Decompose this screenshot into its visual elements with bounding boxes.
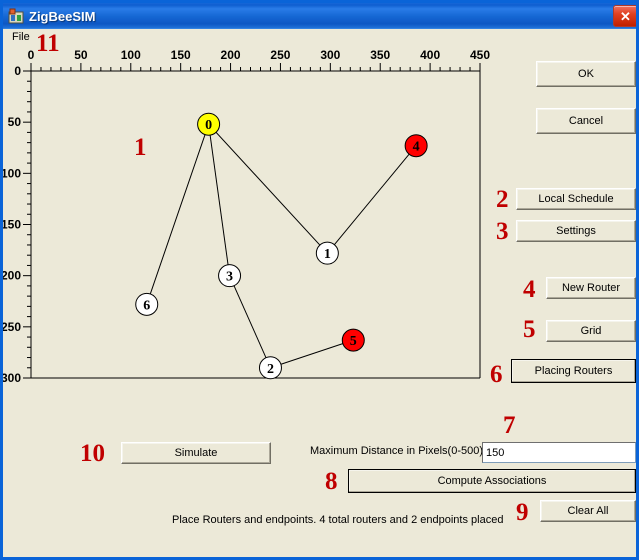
application-window: ZigBeeSIM ✕ File 0 50 100 150 200 250 300 350 40… <box>0 0 639 560</box>
x-tick-label: 350 <box>370 48 390 62</box>
window-title: ZigBeeSIM <box>29 8 96 24</box>
title-bar: ZigBeeSIM ✕ <box>3 3 636 29</box>
x-tick-label: 400 <box>420 48 440 62</box>
x-tick-label: 200 <box>221 48 241 62</box>
new-router-button[interactable]: New Router <box>546 277 636 299</box>
close-button[interactable]: ✕ <box>613 5 636 27</box>
node-label-4: 4 <box>413 140 420 155</box>
x-tick-label: 150 <box>171 48 191 62</box>
node-graph[interactable]: 0501001502002503003504004500501001502002… <box>3 47 503 387</box>
node-label-2: 2 <box>267 362 274 377</box>
node-label-3: 3 <box>226 270 233 285</box>
node-canvas[interactable]: 0501001502002503003504004500501001502002… <box>3 47 503 387</box>
x-tick-label: 250 <box>270 48 290 62</box>
node-3[interactable]: 3 <box>218 264 242 288</box>
annotation-4: 4 <box>523 276 536 303</box>
node-1[interactable]: 1 <box>315 241 339 265</box>
node-2[interactable]: 2 <box>258 356 282 380</box>
clear-all-button[interactable]: Clear All <box>540 500 636 522</box>
max-distance-label: Maximum Distance in Pixels(0-500) <box>310 445 483 457</box>
annotation-2: 2 <box>496 186 509 213</box>
annotation-11: 11 <box>36 30 60 57</box>
node-label-1: 1 <box>324 247 331 262</box>
annotation-8: 8 <box>325 468 338 495</box>
settings-button[interactable]: Settings <box>516 220 636 242</box>
annotation-1: 1 <box>134 134 147 161</box>
x-tick-label: 0 <box>28 48 35 62</box>
annotation-10: 10 <box>80 440 105 467</box>
annotation-3: 3 <box>496 218 509 245</box>
y-tick-label: 300 <box>3 371 21 385</box>
y-tick-label: 150 <box>3 218 21 232</box>
x-tick-label: 450 <box>470 48 490 62</box>
x-tick-label: 300 <box>320 48 340 62</box>
ok-button[interactable]: OK <box>536 61 636 87</box>
annotation-7: 7 <box>503 412 516 439</box>
node-label-5: 5 <box>350 334 357 349</box>
menu-item-file[interactable]: File <box>9 30 33 44</box>
plot-background[interactable] <box>31 71 480 378</box>
annotation-6: 6 <box>490 361 503 388</box>
y-tick-label: 250 <box>3 320 21 334</box>
simulate-button[interactable]: Simulate <box>121 442 271 464</box>
node-5[interactable]: 5 <box>341 328 365 352</box>
node-4[interactable]: 4 <box>404 134 428 158</box>
annotation-9: 9 <box>516 499 529 526</box>
compute-associations-button[interactable]: Compute Associations <box>348 469 636 493</box>
y-tick-label: 200 <box>3 269 21 283</box>
grid-button[interactable]: Grid <box>546 320 636 342</box>
placing-routers-button[interactable]: Placing Routers <box>511 359 636 383</box>
status-text: Place Routers and endpoints. 4 total rou… <box>172 514 504 526</box>
node-label-0: 0 <box>205 118 212 133</box>
x-tick-label: 50 <box>74 48 88 62</box>
local-schedule-button[interactable]: Local Schedule <box>516 188 636 210</box>
max-distance-input[interactable] <box>482 442 636 463</box>
node-label-6: 6 <box>143 298 150 313</box>
y-tick-label: 0 <box>14 64 21 78</box>
node-6[interactable]: 6 <box>135 292 159 316</box>
app-icon <box>8 8 24 24</box>
y-tick-label: 100 <box>3 166 21 180</box>
menu-bar: File <box>3 29 636 47</box>
node-0[interactable]: 0 <box>197 112 221 136</box>
y-tick-label: 50 <box>8 115 22 129</box>
cancel-button[interactable]: Cancel <box>536 108 636 134</box>
annotation-5: 5 <box>523 316 536 343</box>
x-tick-label: 100 <box>121 48 141 62</box>
